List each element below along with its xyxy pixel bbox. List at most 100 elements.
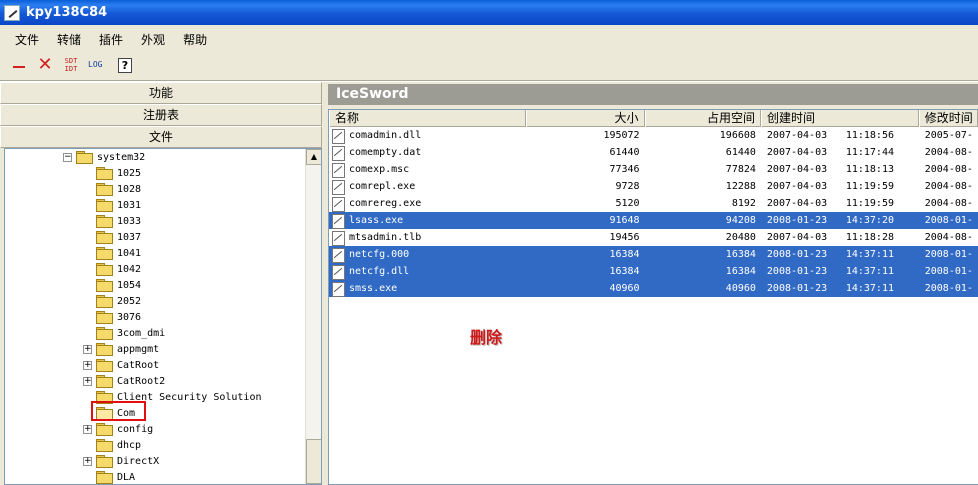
file-row[interactable]: netcfg.000 16384 16384 2008-01-23 14:37:11 20… <box>329 246 978 263</box>
tree-item-label: 3076 <box>117 311 142 323</box>
file-allocated: 94208 <box>725 215 756 226</box>
tree-item[interactable]: 3com_dmi <box>83 325 165 341</box>
tree-item[interactable]: 1054 <box>83 277 141 293</box>
panel-title: IceSword <box>328 84 978 105</box>
collapse-icon[interactable]: − <box>63 152 72 162</box>
menu-dump[interactable]: 转储 <box>48 31 90 48</box>
file-name: comrepl.exe <box>349 181 416 192</box>
tree-item[interactable]: + CatRoot <box>83 357 159 373</box>
file-icon <box>331 179 345 195</box>
file-allocated: 20480 <box>725 232 756 243</box>
nav-registry-button[interactable]: 注册表 <box>0 104 322 126</box>
file-row[interactable]: comadmin.dll 195072 196608 2007-04-03 11:18:… <box>329 127 978 144</box>
tree-item[interactable]: + CatRoot2 <box>83 373 165 389</box>
column-size[interactable]: 大小 <box>526 110 645 127</box>
toolbar: ✕ SDT IDT LOG ? <box>10 54 132 76</box>
nav-file-button[interactable]: 文件 <box>0 126 322 148</box>
created-date: 2007-04-03 <box>766 181 828 192</box>
scroll-thumb[interactable] <box>306 439 321 484</box>
modified-date: 2004-08- <box>924 232 973 243</box>
created-time: 14:37:11 <box>845 283 894 294</box>
file-allocated: 16384 <box>725 249 756 260</box>
tree-item[interactable]: 1042 <box>83 261 141 277</box>
created-date: 2007-04-03 <box>766 198 828 209</box>
nav-function-button[interactable]: 功能 <box>0 82 322 104</box>
tree-item-label: 1042 <box>117 263 142 275</box>
file-icon <box>331 213 345 229</box>
tree-item[interactable]: + config <box>83 421 153 437</box>
log-icon[interactable]: LOG <box>88 56 110 74</box>
modified-date: 2008-01- <box>924 215 973 226</box>
tree-item[interactable]: 1031 <box>83 197 141 213</box>
tree-item[interactable]: + appmgmt <box>83 341 159 357</box>
scroll-up-icon[interactable]: ▲ <box>306 149 321 165</box>
file-row[interactable]: comempty.dat 61440 61440 2007-04-03 11:17:44… <box>329 144 978 161</box>
created-time: 11:17:44 <box>845 147 894 158</box>
file-row[interactable]: netcfg.dll 16384 16384 2008-01-23 14:37:11 20… <box>329 263 978 280</box>
tree-item[interactable]: 1025 <box>83 165 141 181</box>
tree-item-label: DLA <box>117 471 136 483</box>
file-row[interactable]: mtsadmin.tlb 19456 20480 2007-04-03 11:18:28… <box>329 229 978 246</box>
file-icon <box>331 230 345 246</box>
tree-scrollbar[interactable]: ▲ <box>305 149 321 484</box>
file-row[interactable]: comexp.msc 77346 77824 2007-04-03 11:18:13 20… <box>329 161 978 178</box>
tree-item-label: 3com_dmi <box>117 327 166 339</box>
menu-plugins[interactable]: 插件 <box>90 31 132 48</box>
column-allocated[interactable]: 占用空间 <box>644 110 761 127</box>
file-row[interactable]: comrereg.exe 5120 8192 2007-04-03 11:19:59 20… <box>329 195 978 212</box>
minus-icon[interactable] <box>10 56 28 74</box>
created-time: 11:18:13 <box>845 164 894 175</box>
tree-item-label: 1028 <box>117 183 142 195</box>
tree-item[interactable]: 3076 <box>83 309 141 325</box>
tree-item[interactable]: 1033 <box>83 213 141 229</box>
tree-item[interactable]: 1028 <box>83 181 141 197</box>
expand-icon[interactable]: + <box>83 456 92 466</box>
app-icon <box>4 4 20 21</box>
expand-icon[interactable]: + <box>83 376 92 386</box>
column-modified[interactable]: 修改时间 <box>918 110 978 127</box>
file-size: 40960 <box>609 283 640 294</box>
folder-icon <box>96 455 113 468</box>
tree-item[interactable]: 1037 <box>83 229 141 245</box>
file-allocated: 12288 <box>725 181 756 192</box>
tree-item[interactable]: 1041 <box>83 245 141 261</box>
menu-file[interactable]: 文件 <box>6 31 48 48</box>
column-name[interactable]: 名称 <box>329 110 527 127</box>
tree-item[interactable]: 2052 <box>83 293 141 309</box>
column-created[interactable]: 创建时间 <box>760 110 919 127</box>
file-size: 61440 <box>609 147 640 158</box>
tree-item[interactable]: dhcp <box>83 437 141 453</box>
folder-icon <box>96 183 113 196</box>
tree-item-label: 1054 <box>117 279 142 291</box>
sdt-icon[interactable]: SDT IDT <box>62 56 80 74</box>
help-icon[interactable]: ? <box>118 57 132 73</box>
expand-icon[interactable]: + <box>83 360 92 370</box>
file-icon <box>331 247 345 263</box>
file-size: 91648 <box>609 215 640 226</box>
menu-help[interactable]: 帮助 <box>174 31 216 48</box>
file-size: 5120 <box>615 198 640 209</box>
expand-icon[interactable]: + <box>83 344 92 354</box>
tree-item[interactable]: DLA <box>83 469 136 484</box>
highlight-box <box>91 401 146 421</box>
file-allocated: 196608 <box>719 130 756 141</box>
file-row[interactable]: smss.exe 40960 40960 2008-01-23 14:37:11 2008… <box>329 280 978 297</box>
file-row[interactable]: lsass.exe 91648 94208 2008-01-23 14:37:20 200… <box>329 212 978 229</box>
tree-item[interactable]: − system32 <box>63 149 145 165</box>
folder-icon <box>96 327 113 340</box>
file-icon <box>331 162 345 178</box>
file-name: smss.exe <box>349 283 398 294</box>
menu-appearance[interactable]: 外观 <box>132 31 174 48</box>
file-row[interactable]: comrepl.exe 9728 12288 2007-04-03 11:19:59 20… <box>329 178 978 195</box>
file-name: mtsadmin.tlb <box>349 232 422 243</box>
file-list[interactable]: 名称 大小 占用空间 创建时间 修改时间 comadmin.dll 195072 1… <box>328 109 978 485</box>
tree-item[interactable]: + DirectX <box>83 453 159 469</box>
tree-item-label: appmgmt <box>117 343 160 355</box>
folder-tree[interactable]: − system32 1025 1028 1031 1033 1037 1041 1042 105… <box>4 148 322 485</box>
folder-icon <box>96 423 113 436</box>
created-time: 14:37:11 <box>845 266 894 277</box>
close-x-icon[interactable]: ✕ <box>36 56 54 74</box>
tree-item-label: DirectX <box>117 455 160 467</box>
expand-icon[interactable]: + <box>83 424 92 434</box>
modified-date: 2008-01- <box>924 249 973 260</box>
